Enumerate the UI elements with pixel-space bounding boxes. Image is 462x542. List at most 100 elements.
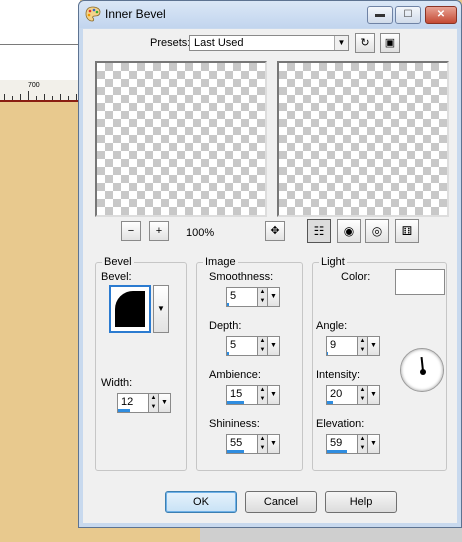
elevation-spin-arrows[interactable]: ▲ ▼: [358, 434, 368, 454]
ruler-tick: [76, 94, 77, 100]
image-canvas[interactable]: [0, 104, 80, 542]
bevel-shape-preview[interactable]: [109, 285, 151, 333]
image-group-label: Image: [203, 256, 238, 268]
depth-level-bar: [227, 352, 229, 355]
chevron-down-icon: ▼: [157, 304, 165, 313]
shininess-stepper[interactable]: 55 ▲ ▼ ▼: [226, 434, 280, 454]
ambience-label: Ambience:: [209, 369, 261, 381]
ambience-input[interactable]: 15: [226, 385, 258, 405]
angle-level-bar: [327, 352, 328, 355]
auto-proof-button[interactable]: ☷: [307, 219, 331, 243]
depth-dropdown[interactable]: ▼: [268, 336, 280, 356]
width-spin-arrows[interactable]: ▲ ▼: [149, 393, 159, 413]
smoothness-value: 5: [230, 290, 237, 302]
angle-stepper[interactable]: 9 ▲ ▼ ▼: [326, 336, 380, 356]
ambience-dropdown[interactable]: ▼: [268, 385, 280, 405]
proof-button[interactable]: ◉: [337, 219, 361, 243]
intensity-spin-arrows[interactable]: ▲ ▼: [358, 385, 368, 405]
elevation-input[interactable]: 59: [326, 434, 358, 454]
maximize-button[interactable]: ☐: [395, 6, 421, 24]
angle-dial[interactable]: [400, 348, 444, 392]
depth-label: Depth:: [209, 320, 242, 332]
bevel-shape-icon: [115, 291, 145, 327]
depth-input[interactable]: 5: [226, 336, 258, 356]
ruler-tick: [44, 94, 45, 100]
bevel-label: Bevel:: [101, 271, 132, 283]
elevation-label: Elevation:: [316, 418, 365, 430]
status-strip: [200, 528, 462, 542]
presets-dropdown[interactable]: Last Used ▼: [189, 35, 349, 51]
width-level-bar: [118, 409, 130, 412]
angle-spin-arrows[interactable]: ▲ ▼: [358, 336, 368, 356]
help-button[interactable]: Help: [325, 491, 397, 513]
background-panel: [0, 0, 80, 80]
cancel-button[interactable]: Cancel: [245, 491, 317, 513]
width-value: 12: [121, 396, 134, 408]
reset-icon: ↻: [360, 37, 370, 49]
result-preview: [277, 61, 449, 217]
presets-value: Last Used: [194, 37, 244, 49]
ruler-tick: [36, 96, 37, 100]
elevation-dropdown[interactable]: ▼: [368, 434, 380, 454]
smoothness-stepper[interactable]: 5 ▲ ▼ ▼: [226, 287, 280, 307]
randomize-button[interactable]: ⚅: [395, 219, 419, 243]
ruler: 700: [0, 80, 80, 102]
presets-label: Presets:: [150, 37, 191, 49]
ambience-stepper[interactable]: 15 ▲ ▼ ▼: [226, 385, 280, 405]
intensity-input[interactable]: 20: [326, 385, 358, 405]
depth-value: 5: [230, 339, 237, 351]
bevel-shape-dropdown[interactable]: ▼: [153, 285, 169, 333]
shininess-value: 55: [230, 437, 243, 449]
shininess-dropdown[interactable]: ▼: [268, 434, 280, 454]
close-button[interactable]: ✕: [425, 6, 457, 24]
background-divider: [0, 44, 80, 45]
preview-toggle-button[interactable]: ◎: [365, 219, 389, 243]
ruler-label: 700: [28, 82, 40, 89]
angle-value: 9: [330, 339, 337, 351]
reset-preset-button[interactable]: ↻: [355, 33, 375, 53]
smoothness-input[interactable]: 5: [226, 287, 258, 307]
ruler-tick: [12, 96, 13, 100]
width-input[interactable]: 12: [117, 393, 149, 413]
zoom-in-button[interactable]: +: [149, 221, 169, 241]
elevation-stepper[interactable]: 59 ▲ ▼ ▼: [326, 434, 380, 454]
shininess-spin-arrows[interactable]: ▲ ▼: [258, 434, 268, 454]
title-bar[interactable]: Inner Bevel ▬ ☐ ✕: [79, 1, 461, 28]
smoothness-spin-arrows[interactable]: ▲ ▼: [258, 287, 268, 307]
dialog-title: Inner Bevel: [105, 7, 166, 21]
shininess-level-bar: [227, 450, 244, 453]
ambience-spin-arrows[interactable]: ▲ ▼: [258, 385, 268, 405]
width-dropdown[interactable]: ▼: [159, 393, 171, 413]
angle-dropdown[interactable]: ▼: [368, 336, 380, 356]
intensity-stepper[interactable]: 20 ▲ ▼ ▼: [326, 385, 380, 405]
zoom-out-button[interactable]: −: [121, 221, 141, 241]
depth-stepper[interactable]: 5 ▲ ▼ ▼: [226, 336, 280, 356]
save-icon: ▣: [384, 37, 396, 49]
light-color-swatch[interactable]: [395, 269, 445, 295]
chevron-down-icon: ▼: [334, 36, 348, 50]
shininess-input[interactable]: 55: [226, 434, 258, 454]
zoom-in-icon: +: [155, 225, 163, 237]
depth-spin-arrows[interactable]: ▲ ▼: [258, 336, 268, 356]
pan-button[interactable]: ✥: [265, 221, 285, 241]
ambience-level-bar: [227, 401, 245, 404]
intensity-value: 20: [330, 388, 343, 400]
ambience-value: 15: [230, 388, 243, 400]
smoothness-level-bar: [227, 303, 229, 306]
minimize-button[interactable]: ▬: [367, 6, 393, 24]
angle-input[interactable]: 9: [326, 336, 358, 356]
ruler-tick: [60, 94, 61, 100]
ok-button[interactable]: OK: [165, 491, 237, 513]
intensity-dropdown[interactable]: ▼: [368, 385, 380, 405]
intensity-label: Intensity:: [316, 369, 361, 381]
width-label: Width:: [101, 377, 133, 389]
light-group-label: Light: [319, 256, 347, 268]
original-preview[interactable]: [95, 61, 267, 217]
maximize-icon: ☐: [403, 9, 413, 20]
save-preset-button[interactable]: ▣: [380, 33, 400, 53]
dice-icon: ⚅: [401, 224, 413, 238]
dial-center: [420, 369, 426, 375]
width-stepper[interactable]: 12 ▲ ▼ ▼: [117, 393, 171, 413]
move-icon: ✥: [270, 225, 280, 237]
smoothness-dropdown[interactable]: ▼: [268, 287, 280, 307]
